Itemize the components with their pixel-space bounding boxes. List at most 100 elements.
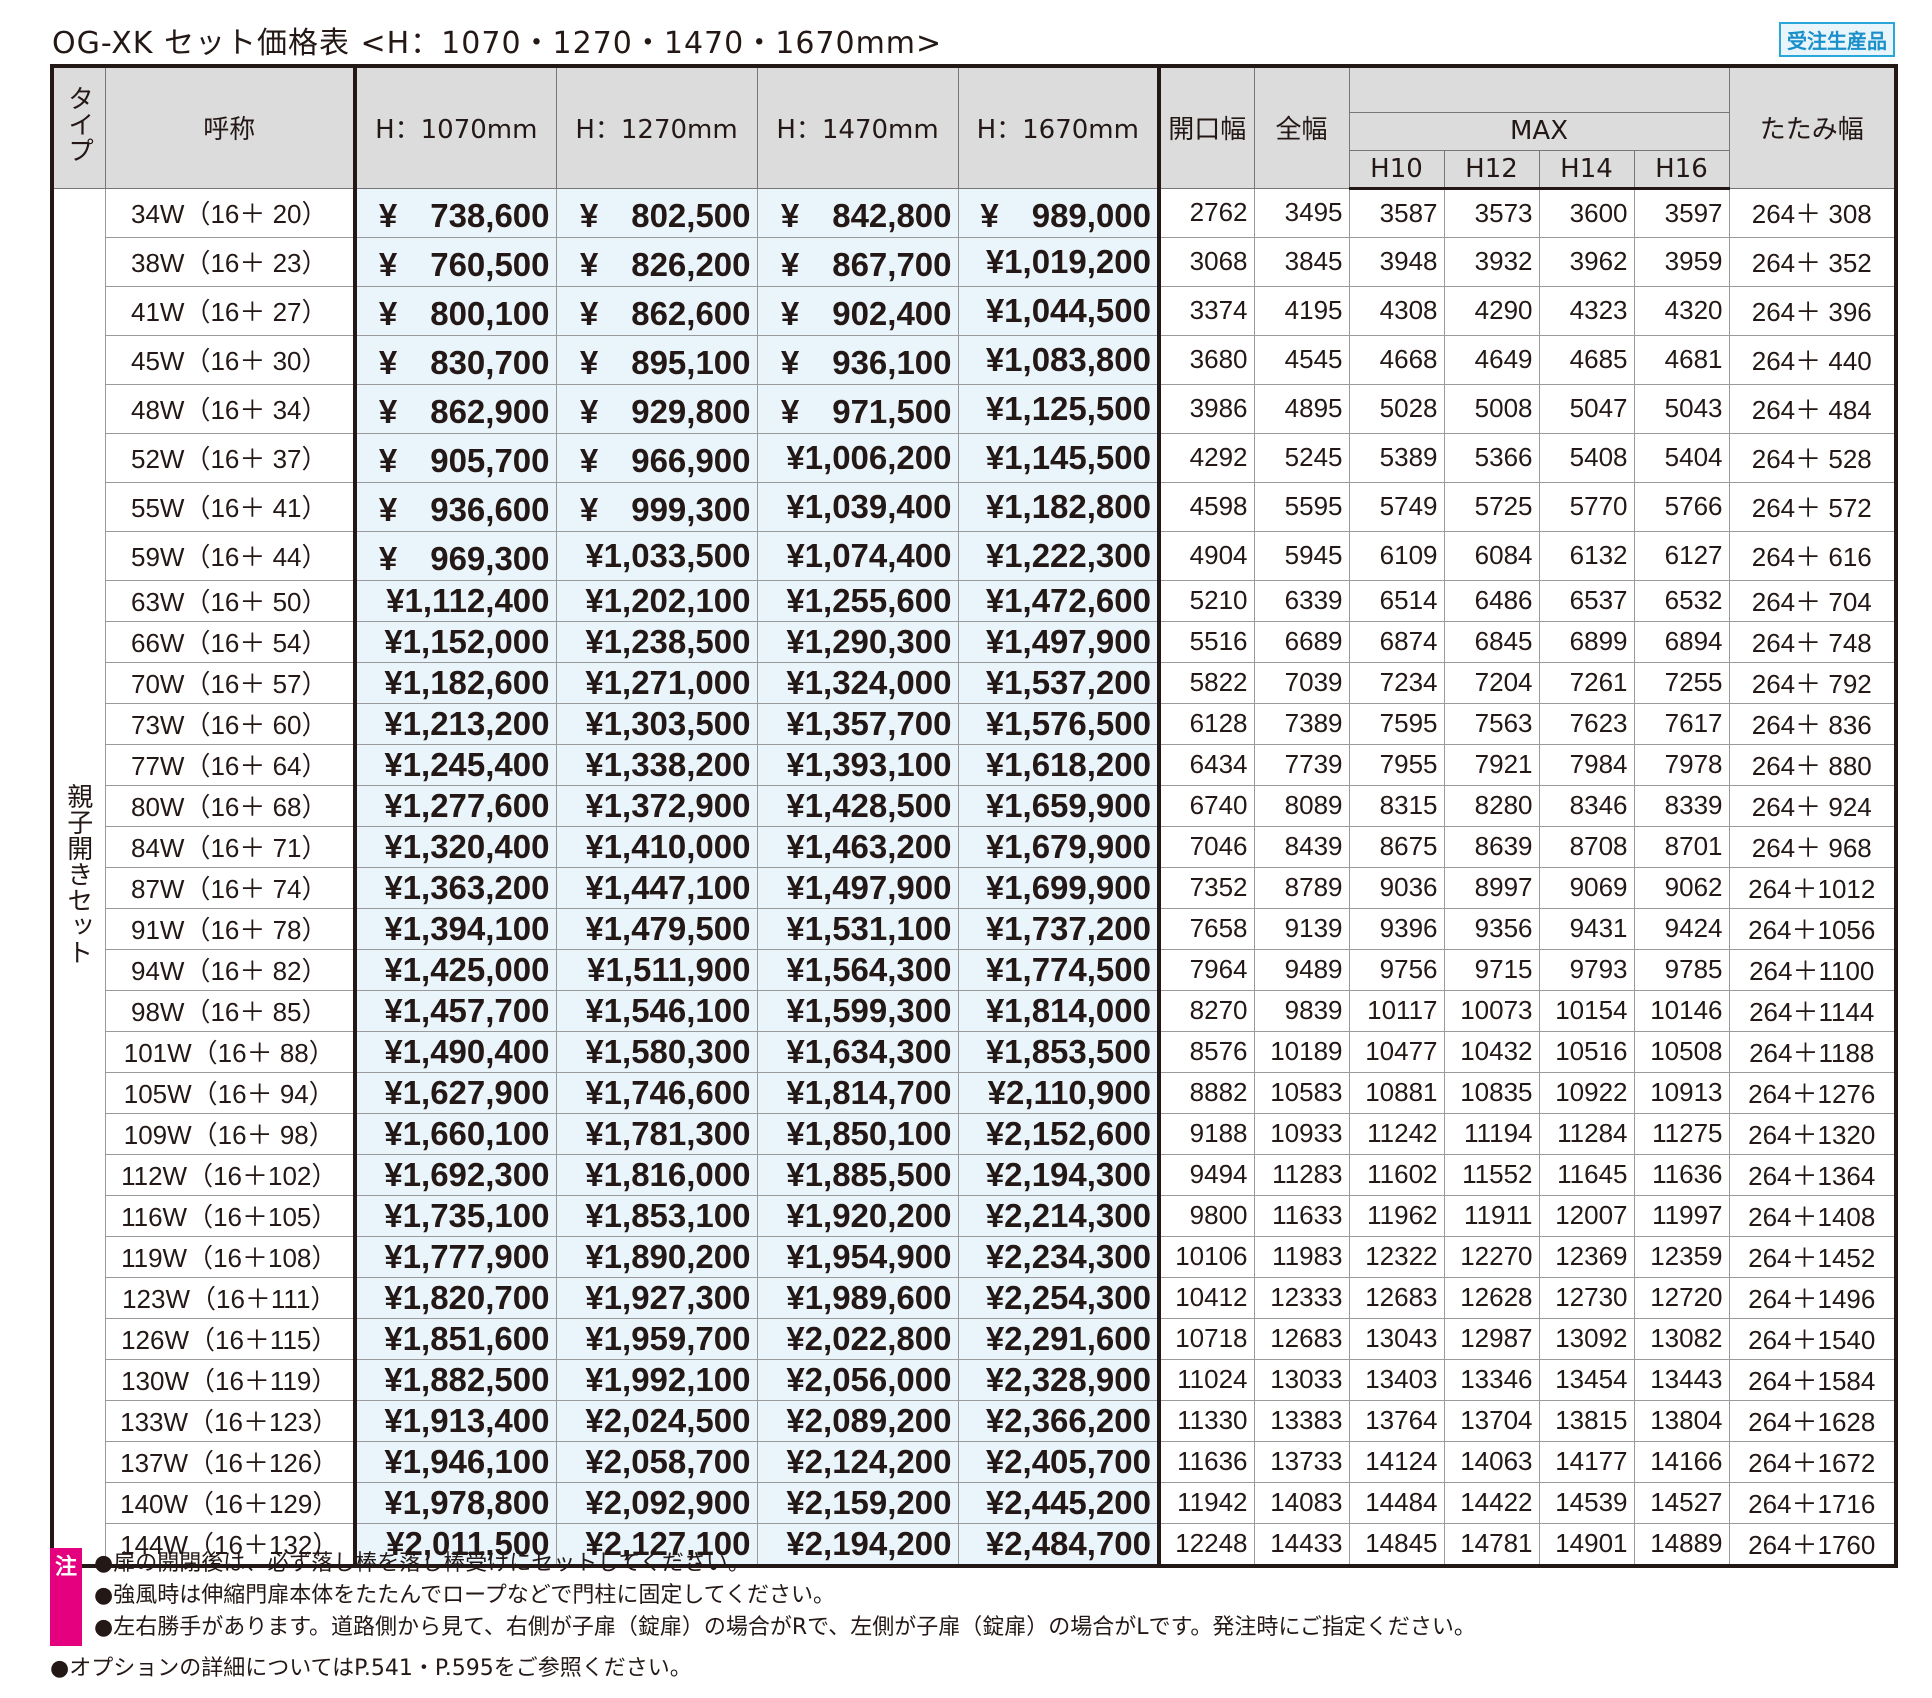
price-h1470: ¥ 867,700 — [756, 236, 959, 287]
price-h1070: ¥1,913,400 — [354, 1399, 557, 1442]
max-h16: 9424 — [1633, 907, 1730, 950]
row-name: 52W（16＋ 37） — [104, 432, 357, 483]
max-h14: 5408 — [1538, 432, 1635, 483]
row-name: 133W（16＋123） — [104, 1399, 357, 1442]
max-h12: 9715 — [1443, 948, 1540, 991]
max-h12: 5725 — [1443, 481, 1540, 532]
max-h12: 14063 — [1443, 1440, 1540, 1483]
price-h1070: ¥1,277,600 — [354, 784, 557, 827]
table-row: 133W（16＋123） ¥1,913,400 ¥2,024,500 ¥2,089,2… — [52, 1399, 1897, 1442]
max-h10: 5389 — [1348, 432, 1445, 483]
row-name: 59W（16＋ 44） — [104, 530, 357, 581]
max-h12: 4290 — [1443, 285, 1540, 336]
table-row: 105W（16＋ 94） ¥1,627,900 ¥1,746,600 ¥1,814,7… — [52, 1071, 1897, 1114]
price-h1270: ¥ 966,900 — [555, 432, 758, 483]
price-h1270: ¥ 802,500 — [555, 187, 758, 238]
price-h1270: ¥1,959,700 — [555, 1317, 758, 1360]
price-h1470: ¥1,634,300 — [756, 1030, 959, 1073]
total-width: 10189 — [1253, 1030, 1350, 1073]
price-h1070: ¥1,112,400 — [354, 579, 557, 622]
opening-width: 7964 — [1158, 948, 1255, 991]
max-h14: 9431 — [1538, 907, 1635, 950]
price-h1270: ¥1,238,500 — [555, 620, 758, 663]
price-h1070: ¥1,735,100 — [354, 1194, 557, 1237]
table-row: 84W（16＋ 71） ¥1,320,400 ¥1,410,000 ¥1,463,20… — [52, 825, 1897, 868]
table-row: 48W（16＋ 34） ¥ 862,900 ¥ 929,800 ¥ 971,500 ¥1… — [52, 383, 1897, 434]
table-row: 親子開きセット 34W（16＋ 20） ¥ 738,600 ¥ 802,500 ¥ 84… — [51, 187, 1897, 1566]
fold-width: 264＋1364 — [1728, 1153, 1897, 1196]
fold-width: 264＋ 704 — [1728, 579, 1897, 622]
table-row: 70W（16＋ 57） ¥1,182,600 ¥1,271,000 ¥1,324,00… — [52, 661, 1897, 704]
opening-width: 5822 — [1158, 661, 1255, 704]
header-h12: H12 — [1443, 149, 1540, 190]
row-name: 87W（16＋ 74） — [104, 866, 357, 909]
price-h1670: ¥1,125,500 — [957, 383, 1161, 434]
max-h14: 9793 — [1538, 948, 1635, 991]
fold-width: 264＋ 616 — [1728, 530, 1897, 581]
opening-width: 4598 — [1158, 481, 1255, 532]
price-h1470: ¥2,159,200 — [756, 1481, 959, 1524]
opening-width: 8576 — [1158, 1030, 1255, 1073]
max-h12: 8639 — [1443, 825, 1540, 868]
note-line: ●強風時は伸縮門扉本体をたたんでロープなどで門柱に固定してください。 — [94, 1583, 836, 1608]
table-row: 45W（16＋ 30） ¥ 830,700 ¥ 895,100 ¥ 936,100 ¥1… — [52, 334, 1897, 385]
price-h1670: ¥2,110,900 — [957, 1071, 1161, 1114]
max-h10: 9756 — [1348, 948, 1445, 991]
row-name: 101W（16＋ 88） — [104, 1030, 357, 1073]
total-width: 5595 — [1253, 481, 1350, 532]
price-h1470: ¥2,022,800 — [756, 1317, 959, 1360]
max-h12: 12987 — [1443, 1317, 1540, 1360]
max-h12: 7563 — [1443, 702, 1540, 745]
max-h12: 7204 — [1443, 661, 1540, 704]
max-h12: 10073 — [1443, 989, 1540, 1032]
price-h1670: ¥1,618,200 — [957, 743, 1161, 786]
max-h10: 12683 — [1348, 1276, 1445, 1319]
price-h1270: ¥1,511,900 — [555, 948, 758, 991]
max-h10: 11242 — [1348, 1112, 1445, 1155]
price-h1070: ¥ 862,900 — [354, 383, 557, 434]
fold-width: 264＋1276 — [1728, 1071, 1897, 1114]
total-width: 7039 — [1253, 661, 1350, 704]
max-h16: 5043 — [1633, 383, 1730, 434]
price-h1470: ¥1,814,700 — [756, 1071, 959, 1114]
max-h14: 5770 — [1538, 481, 1635, 532]
price-h1070: ¥1,692,300 — [354, 1153, 557, 1196]
price-h1670: ¥2,194,300 — [957, 1153, 1161, 1196]
table-row: 123W（16＋111） ¥1,820,700 ¥1,927,300 ¥1,989,6… — [52, 1276, 1897, 1319]
max-h16: 10508 — [1633, 1030, 1730, 1073]
price-h1470: ¥1,324,000 — [756, 661, 959, 704]
fold-width: 264＋ 572 — [1728, 481, 1897, 532]
table-row: 80W（16＋ 68） ¥1,277,600 ¥1,372,900 ¥1,428,50… — [52, 784, 1897, 827]
total-width: 9839 — [1253, 989, 1350, 1032]
price-h1670: ¥2,366,200 — [957, 1399, 1161, 1442]
price-h1670: ¥1,659,900 — [957, 784, 1161, 827]
opening-width: 7352 — [1158, 866, 1255, 909]
row-name: 34W（16＋ 20） — [104, 187, 357, 238]
opening-width: 10106 — [1158, 1235, 1255, 1278]
price-h1670: ¥2,254,300 — [957, 1276, 1161, 1319]
price-h1670: ¥1,497,900 — [957, 620, 1161, 663]
fold-width: 264＋1188 — [1728, 1030, 1897, 1073]
opening-width: 5516 — [1158, 620, 1255, 663]
price-h1270: ¥1,746,600 — [555, 1071, 758, 1114]
header-h1270: H：1270mm — [555, 65, 758, 189]
fold-width: 264＋1452 — [1728, 1235, 1897, 1278]
table-row: 98W（16＋ 85） ¥1,457,700 ¥1,546,100 ¥1,599,30… — [52, 989, 1897, 1032]
price-h1470: ¥1,564,300 — [756, 948, 959, 991]
price-h1470: ¥1,463,200 — [756, 825, 959, 868]
row-name: 116W（16＋105） — [104, 1194, 357, 1237]
total-width: 4895 — [1253, 383, 1350, 434]
price-h1070: ¥1,627,900 — [354, 1071, 557, 1114]
total-width: 14083 — [1253, 1481, 1350, 1524]
price-h1470: ¥1,006,200 — [756, 432, 959, 483]
max-h14: 12007 — [1538, 1194, 1635, 1237]
price-h1470: ¥1,074,400 — [756, 530, 959, 581]
max-h10: 3587 — [1348, 187, 1445, 238]
price-h1470: ¥1,989,600 — [756, 1276, 959, 1319]
fold-width: 264＋1716 — [1728, 1481, 1897, 1524]
price-h1070: ¥1,152,000 — [354, 620, 557, 663]
price-h1070: ¥1,182,600 — [354, 661, 557, 704]
max-h12: 11552 — [1443, 1153, 1540, 1196]
table-row: 140W（16＋129） ¥1,978,800 ¥2,092,900 ¥2,159,2… — [52, 1481, 1897, 1524]
page-title: OG-XK セット価格表 <H：1070・1270・1470・1670mm> — [52, 26, 943, 61]
